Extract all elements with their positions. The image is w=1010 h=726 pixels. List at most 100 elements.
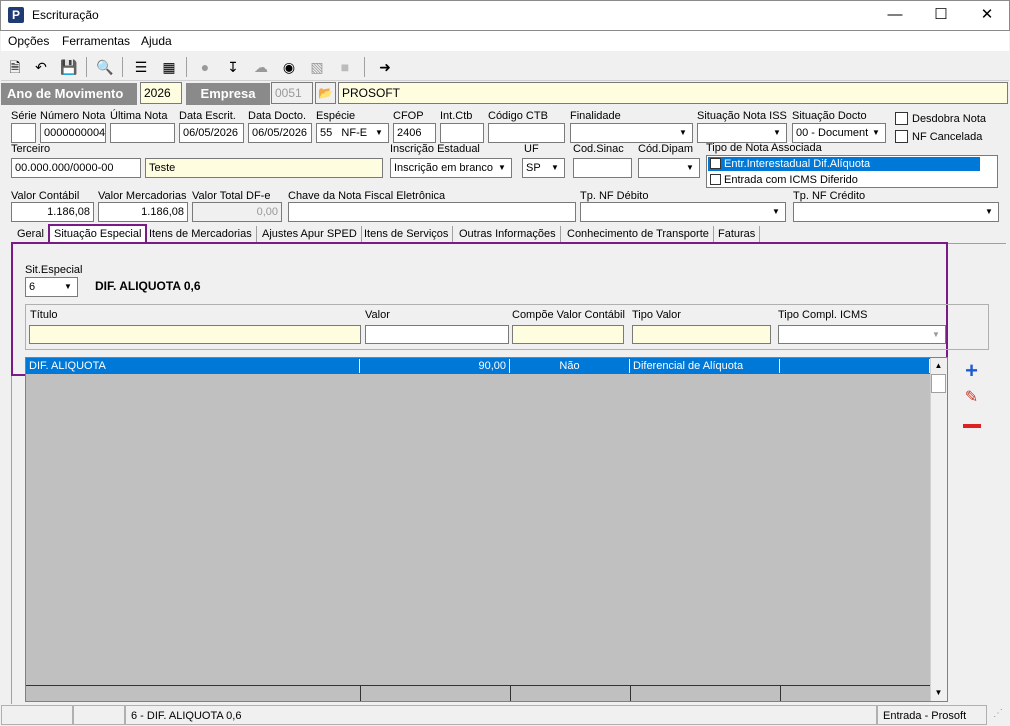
desdobra-checkbox[interactable]	[895, 112, 908, 125]
chevron-down-icon[interactable]: ▼	[60, 279, 76, 295]
data-escrit-field[interactable]: 06/05/2026	[179, 123, 244, 143]
chevron-down-icon[interactable]: ▼	[494, 160, 510, 176]
apple-icon[interactable]: ●	[194, 56, 216, 78]
terceiro-nome-field[interactable]: Teste	[145, 158, 383, 178]
blank-icon[interactable]: ■	[334, 56, 356, 78]
download-icon[interactable]: ↧	[222, 56, 244, 78]
uf-select[interactable]: SP ▼	[522, 158, 565, 178]
empresa-code-field[interactable]: 0051	[271, 82, 313, 104]
remove-icon[interactable]	[958, 414, 985, 437]
minimize-button[interactable]: —	[872, 1, 918, 29]
grid-cell-compoe: Não	[510, 359, 630, 373]
resize-grip-icon[interactable]: ⋰	[990, 708, 1006, 724]
ultima-label: Última Nota	[110, 110, 168, 122]
grid-footer-divider	[360, 685, 361, 701]
valor-contabil-field[interactable]: 1.186,08	[11, 202, 94, 222]
chevron-down-icon[interactable]: ▼	[682, 160, 698, 176]
terceiro-doc-field[interactable]: 00.000.000/0000-00	[11, 158, 141, 178]
open-folder-icon[interactable]: 📂	[315, 82, 336, 104]
tree-icon[interactable]: ☰	[130, 56, 152, 78]
menu-ferramentas[interactable]: Ferramentas	[62, 34, 130, 48]
sinac-field[interactable]	[573, 158, 632, 178]
chevron-down-icon[interactable]: ▼	[768, 204, 784, 220]
scroll-thumb[interactable]	[931, 374, 946, 393]
scroll-down-icon[interactable]: ▼	[931, 686, 946, 700]
dipam-label: Cód.Dipam	[638, 143, 694, 155]
ano-field[interactable]: 2026	[140, 82, 182, 104]
tp-debito-select[interactable]: ▼	[580, 202, 786, 222]
titulo-field[interactable]	[29, 325, 361, 344]
new-document-icon[interactable]: 🗎	[4, 56, 26, 78]
sit-iss-label: Situação Nota ISS	[697, 110, 787, 122]
valor-merc-field[interactable]: 1.186,08	[98, 202, 188, 222]
sit-docto-select[interactable]: 00 - Document ▼	[792, 123, 886, 143]
codctb-label: Código CTB	[488, 110, 548, 122]
numero-field[interactable]: 0000000004	[40, 123, 106, 143]
valor-field[interactable]	[365, 325, 509, 344]
desdobra-label: Desdobra Nota	[912, 113, 986, 125]
chevron-down-icon[interactable]: ▼	[981, 204, 997, 220]
serie-field[interactable]	[11, 123, 36, 143]
exit-icon[interactable]: ➜	[374, 56, 396, 78]
finalidade-select[interactable]: ▼	[570, 123, 693, 143]
tab-situacao-especial[interactable]: Situação Especial	[48, 224, 148, 244]
tipo-compl-label: Tipo Compl. ICMS	[778, 309, 868, 321]
chevron-down-icon[interactable]: ▼	[371, 125, 387, 141]
save-icon[interactable]: 💾	[58, 56, 80, 78]
chevron-down-icon[interactable]: ▼	[547, 160, 563, 176]
title-bar	[0, 0, 1010, 31]
cfop-field[interactable]: 2406	[393, 123, 436, 143]
empresa-name-field[interactable]: PROSOFT	[338, 82, 1008, 104]
valor-dfe-field[interactable]: 0,00	[192, 202, 282, 222]
scroll-up-icon[interactable]: ▲	[931, 359, 946, 373]
items-grid[interactable]	[25, 357, 948, 702]
nfcanc-checkbox[interactable]	[895, 130, 908, 143]
edit-icon[interactable]: ✎	[958, 386, 985, 409]
chevron-down-icon[interactable]: ▼	[928, 327, 944, 343]
close-button[interactable]: ✕	[964, 1, 1010, 29]
menu-ajuda[interactable]: Ajuda	[141, 34, 172, 48]
chevron-down-icon[interactable]: ▼	[769, 125, 785, 141]
grid-scrollbar[interactable]	[930, 358, 947, 701]
status-text: 6 - DIF. ALIQUOTA 0,6	[125, 705, 877, 725]
cib-icon[interactable]: ◉	[278, 56, 300, 78]
intctb-field[interactable]	[440, 123, 484, 143]
chave-field[interactable]	[288, 202, 576, 222]
cloud-icon[interactable]: ☁	[250, 56, 272, 78]
tipo-assoc-checkbox-2[interactable]	[710, 174, 721, 185]
sit-especial-select[interactable]: 6 ▼	[25, 277, 78, 297]
ultima-field[interactable]	[110, 123, 175, 143]
sit-iss-select[interactable]: ▼	[697, 123, 787, 143]
data-docto-field[interactable]: 06/05/2026	[248, 123, 312, 143]
ano-label: Ano de Movimento	[1, 83, 137, 105]
print-preview-icon[interactable]: 🔍	[94, 56, 116, 78]
sit-docto-label: Situação Docto	[792, 110, 867, 122]
data-docto-label: Data Docto.	[248, 110, 307, 122]
especie-label: Espécie	[316, 110, 356, 122]
dipam-select[interactable]: ▼	[638, 158, 700, 178]
status-mode: Entrada - Prosoft	[877, 705, 987, 725]
add-icon[interactable]: +	[958, 359, 985, 382]
uf-value: SP	[526, 162, 541, 174]
app-icon: P	[8, 7, 24, 23]
tipo-valor-field[interactable]	[632, 325, 771, 344]
maximize-button[interactable]: ☐	[918, 1, 964, 29]
grid-cell-tipo-compl	[780, 359, 930, 373]
valor-merc-label: Valor Mercadorias	[98, 190, 187, 202]
finalidade-label: Finalidade	[570, 110, 621, 122]
compoe-field[interactable]	[512, 325, 624, 344]
tipo-compl-select[interactable]: ▼	[778, 325, 946, 344]
sinac-label: Cod.Sinac	[573, 143, 624, 155]
codctb-field[interactable]	[488, 123, 565, 143]
undo-icon[interactable]: ↶	[30, 56, 52, 78]
calculator-icon[interactable]: ▦	[158, 56, 180, 78]
chevron-down-icon[interactable]: ▼	[868, 125, 884, 141]
tp-credito-select[interactable]: ▼	[793, 202, 999, 222]
ie-select[interactable]: Inscrição em branco ▼	[390, 158, 512, 178]
chevron-down-icon[interactable]: ▼	[675, 125, 691, 141]
especie-select[interactable]: 55 NF-E ▼	[316, 123, 389, 143]
grid-cell-titulo: DIF. ALIQUOTA	[26, 359, 360, 373]
tipo-assoc-checkbox-1[interactable]	[710, 158, 721, 169]
menu-opcoes[interactable]: Opções	[8, 34, 49, 48]
panel-icon[interactable]: ▧	[306, 56, 328, 78]
